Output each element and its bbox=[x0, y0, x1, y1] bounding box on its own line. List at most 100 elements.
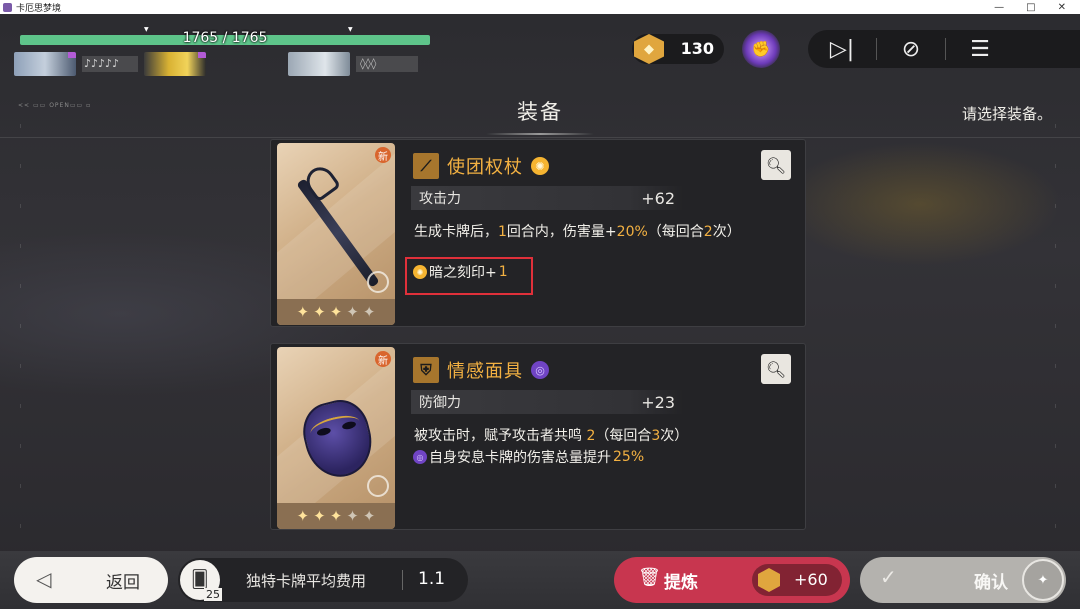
hp-text: 1765 / 1765 bbox=[182, 30, 268, 46]
equipment-card[interactable]: 新 ✦ ✦ ✦ ✦ ✦ ⛨ 情感面具 ◎ 🔍︎ 防御力 +23 被攻击时，赋予攻… bbox=[270, 343, 806, 530]
deck-count: 25 bbox=[204, 588, 222, 601]
party-portrait[interactable] bbox=[14, 52, 76, 76]
portrait-status: ♪♪♪♪♪ bbox=[82, 56, 138, 72]
desc-text: 生成卡牌后， bbox=[414, 224, 498, 240]
effect-number: 25% bbox=[613, 449, 645, 465]
confirm-label: 确认 bbox=[974, 573, 1008, 593]
equipment-art: 新 ✦ ✦ ✦ ✦ ✦ bbox=[277, 347, 395, 529]
rarity-stars: ✦ ✦ ✦ ✦ ✦ bbox=[277, 299, 395, 325]
effect-row: ◎ 自身安息卡牌的伤害总量提升 25% bbox=[413, 447, 644, 467]
star-icon: ✦ bbox=[346, 507, 359, 525]
party-portrait[interactable] bbox=[288, 52, 350, 76]
stat-label: 攻击力 bbox=[419, 191, 461, 207]
equipment-name-row: ⟋ 使团权杖 ✺ bbox=[413, 153, 549, 179]
magnify-icon[interactable]: 🔍︎ bbox=[761, 150, 791, 180]
desc-text: （每回合 bbox=[647, 224, 704, 240]
star-icon: ✦ bbox=[362, 507, 376, 525]
deck-value: 1.1 bbox=[418, 569, 446, 589]
portrait-status: ◊◊◊ bbox=[356, 56, 418, 72]
mask-trim bbox=[308, 411, 362, 444]
star-icon: ✦ bbox=[296, 303, 310, 321]
ring-emblem-icon bbox=[367, 271, 389, 293]
rarity-stars: ✦ ✦ ✦ ✦ ✦ bbox=[277, 503, 395, 529]
back-button[interactable]: ◁ 返回 bbox=[14, 557, 168, 603]
trash-icon: 🗑︎ bbox=[638, 567, 661, 588]
control-bar: ▷| ⊘ ☰ bbox=[808, 30, 1080, 68]
party-portraits: ♪♪♪♪♪ ◊◊◊ bbox=[14, 52, 418, 76]
equipment-description: 被攻击时，赋予攻击者共鸣 2（每回合3次） bbox=[414, 426, 794, 447]
game-scene: ▼ ▼ 1765 / 1765 ♪♪♪♪♪ ◊◊◊ << ▭▭ OPEN▭▭ ▫… bbox=[0, 14, 1080, 609]
star-icon: ✦ bbox=[296, 507, 310, 525]
star-icon: ✦ bbox=[346, 303, 359, 321]
stat-row: 防御力 +23 bbox=[411, 390, 683, 414]
equipment-name: 使团权杖 bbox=[447, 157, 523, 178]
page-title: 装备 bbox=[517, 100, 563, 124]
equipment-name-row: ⛨ 情感面具 ◎ bbox=[413, 357, 549, 383]
deck-info[interactable]: 🂠 25 独特卡牌平均费用 1.1 bbox=[178, 558, 468, 602]
currency-display: ◆ 130 bbox=[632, 34, 724, 64]
refine-reward: +60 bbox=[752, 564, 842, 596]
star-icon: ✦ bbox=[329, 507, 343, 525]
equipment-card[interactable]: 新 ✦ ✦ ✦ ✦ ✦ ⟋ 使团权杖 ✺ 🔍︎ 攻击力 +62 生成卡牌后，1回… bbox=[270, 139, 806, 327]
currency-value: 130 bbox=[680, 39, 714, 58]
star-icon: ✦ bbox=[313, 507, 326, 525]
refine-label: 提炼 bbox=[664, 573, 698, 593]
new-badge: 新 bbox=[375, 147, 391, 163]
desc-number: 20% bbox=[616, 224, 648, 240]
stat-value: +62 bbox=[641, 188, 675, 208]
decor-line-left bbox=[20, 124, 21, 544]
minimize-button[interactable]: — bbox=[994, 2, 1004, 13]
menu-icon[interactable]: ☰ bbox=[946, 30, 1014, 68]
deck-label: 独特卡牌平均费用 bbox=[246, 572, 367, 590]
desc-number: 1 bbox=[498, 224, 507, 240]
refine-reward-value: +60 bbox=[794, 570, 828, 589]
window-titlebar: 卡厄思梦境 — □ ✕ bbox=[0, 0, 1080, 14]
divider bbox=[402, 570, 403, 590]
desc-text: 次） bbox=[660, 428, 689, 444]
desc-text: 次） bbox=[712, 224, 741, 240]
stat-label: 防御力 bbox=[419, 395, 461, 411]
sun-icon: ✺ bbox=[531, 157, 549, 175]
check-icon: ✓ bbox=[880, 565, 897, 589]
speed-icon[interactable]: ⊘ bbox=[877, 30, 945, 68]
desc-text: 被攻击时，赋予攻击者共鸣 bbox=[414, 428, 587, 444]
status-tag bbox=[68, 52, 76, 58]
void-icon: ◎ bbox=[413, 450, 427, 464]
bottom-bar: ◁ 返回 🂠 25 独特卡牌平均费用 1.1 🗑︎ 提炼 +60 ✓ 确认 ✦ bbox=[0, 551, 1080, 609]
stat-row: 攻击力 +62 bbox=[411, 186, 683, 210]
void-icon: ◎ bbox=[531, 361, 549, 379]
desc-number: 2 bbox=[703, 224, 713, 240]
back-arrow-icon: ◁ bbox=[36, 567, 52, 591]
gem-icon bbox=[758, 568, 780, 592]
desc-text: （每回合 bbox=[595, 428, 652, 444]
desc-number: 3 bbox=[651, 428, 661, 444]
stat-value: +23 bbox=[641, 392, 675, 412]
back-label: 返回 bbox=[106, 573, 140, 593]
effect-text: 自身安息卡牌的伤害总量提升 bbox=[429, 450, 611, 466]
refine-button[interactable]: 🗑︎ 提炼 +60 bbox=[614, 557, 850, 603]
hint-text: 请选择装备。 bbox=[961, 105, 1052, 123]
party-portrait[interactable] bbox=[144, 52, 206, 76]
title-decoration bbox=[486, 133, 594, 135]
app-icon bbox=[3, 2, 12, 12]
highlight-box bbox=[405, 257, 533, 295]
sword-icon: ⟋ bbox=[413, 153, 439, 179]
window-controls: — □ ✕ bbox=[994, 2, 1066, 13]
skill-orb-icon[interactable]: ✊ bbox=[742, 30, 780, 68]
party-hp-bar: ▼ ▼ 1765 / 1765 bbox=[20, 26, 430, 46]
ring-emblem-icon bbox=[367, 475, 389, 497]
gem-icon: ◆ bbox=[634, 34, 664, 64]
maximize-button[interactable]: □ bbox=[1026, 2, 1035, 13]
equipment-description: 生成卡牌后，1回合内，伤害量+20%（每回合2次） bbox=[414, 222, 794, 243]
star-icon: ✦ bbox=[313, 303, 326, 321]
desc-text: 回合内，伤害量+ bbox=[506, 224, 617, 240]
star-icon: ✦ bbox=[362, 303, 376, 321]
confirm-button[interactable]: ✓ 确认 ✦ bbox=[860, 557, 1066, 603]
new-badge: 新 bbox=[375, 351, 391, 367]
play-skip-icon[interactable]: ▷| bbox=[808, 30, 876, 68]
decor-line-right bbox=[1055, 124, 1056, 544]
magnify-icon[interactable]: 🔍︎ bbox=[761, 354, 791, 384]
star-icon: ✦ bbox=[329, 303, 343, 321]
window-title: 卡厄思梦境 bbox=[16, 3, 62, 14]
close-button[interactable]: ✕ bbox=[1058, 2, 1066, 13]
